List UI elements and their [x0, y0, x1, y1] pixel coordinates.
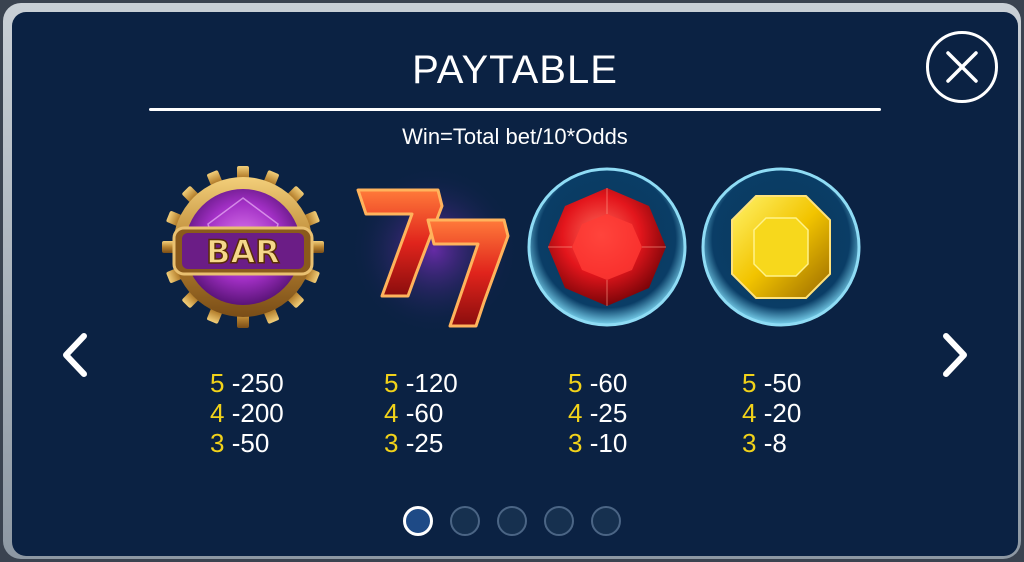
payout-list-bar: 5 -250 4 -200 3 -50: [210, 368, 284, 458]
payout-row: 3 -10: [568, 428, 627, 458]
match-count: 3: [568, 428, 583, 458]
page-dot-4[interactable]: [544, 506, 574, 536]
bar-symbol-text: BAR: [206, 233, 280, 271]
payout-row: 4 -200: [210, 398, 284, 428]
payout-row: 3 -50: [210, 428, 284, 458]
payout-value: 8: [772, 428, 787, 458]
payout-list-yellow-gem: 5 -50 4 -20 3 -8: [742, 368, 801, 458]
win-formula: Win=Total bet/10*Odds: [402, 124, 628, 149]
pagination-dots: [403, 506, 633, 542]
payout-value: 50: [240, 428, 270, 458]
red-gem-symbol: [522, 162, 692, 332]
yellow-gem-symbol: [696, 162, 866, 332]
chevron-left-icon: [63, 333, 87, 377]
bar-symbol-icon: BAR: [162, 166, 324, 328]
match-count: 4: [568, 398, 583, 428]
payout-row: 4 -60: [384, 398, 458, 428]
previous-page-button[interactable]: [56, 330, 96, 380]
payout-row: 3 -8: [742, 428, 801, 458]
yellow-gem-symbol-icon: [701, 167, 861, 327]
close-icon: [946, 51, 978, 83]
match-count: 4: [210, 398, 225, 428]
next-page-button[interactable]: [934, 330, 974, 380]
payout-value: 50: [772, 368, 802, 398]
match-count: 3: [384, 428, 399, 458]
payout-value: 25: [598, 398, 628, 428]
payout-row: 5 -50: [742, 368, 801, 398]
payout-row: 4 -25: [568, 398, 627, 428]
match-count: 5: [210, 368, 225, 398]
paytable-window-frame: PAYTABLE Win=Total bet/10*Odds BAR 5 -25…: [3, 3, 1021, 559]
chevron-right-icon: [943, 333, 967, 377]
payout-list-double-seven: 5 -120 4 -60 3 -25: [384, 368, 458, 458]
match-count: 5: [568, 368, 583, 398]
match-count: 3: [742, 428, 757, 458]
double-seven-symbol-icon: [350, 166, 518, 334]
payout-value: 250: [240, 368, 284, 398]
title-divider: [149, 108, 881, 111]
page-title: PAYTABLE: [412, 48, 618, 92]
payout-value: 120: [414, 368, 458, 398]
page-dot-5[interactable]: [591, 506, 621, 536]
payout-list-red-gem: 5 -60 4 -25 3 -10: [568, 368, 627, 458]
payout-value: 20: [772, 398, 802, 428]
red-gem-symbol-icon: [527, 167, 687, 327]
page-dot-1[interactable]: [403, 506, 433, 536]
payout-row: 5 -120: [384, 368, 458, 398]
payout-row: 4 -20: [742, 398, 801, 428]
payout-row: 3 -25: [384, 428, 458, 458]
match-count: 5: [742, 368, 757, 398]
payout-value: 25: [414, 428, 444, 458]
match-count: 4: [384, 398, 399, 428]
paytable-panel: PAYTABLE Win=Total bet/10*Odds BAR 5 -25…: [12, 12, 1018, 556]
payout-value: 60: [414, 398, 444, 428]
page-dot-3[interactable]: [497, 506, 527, 536]
payout-value: 200: [240, 398, 284, 428]
page-dot-2[interactable]: [450, 506, 480, 536]
payout-value: 10: [598, 428, 628, 458]
bar-symbol: BAR: [158, 162, 328, 332]
match-count: 5: [384, 368, 399, 398]
match-count: 4: [742, 398, 757, 428]
payout-value: 60: [598, 368, 628, 398]
double-seven-symbol: [346, 162, 518, 334]
payout-row: 5 -250: [210, 368, 284, 398]
match-count: 3: [210, 428, 225, 458]
payout-row: 5 -60: [568, 368, 627, 398]
close-button[interactable]: [926, 31, 998, 103]
